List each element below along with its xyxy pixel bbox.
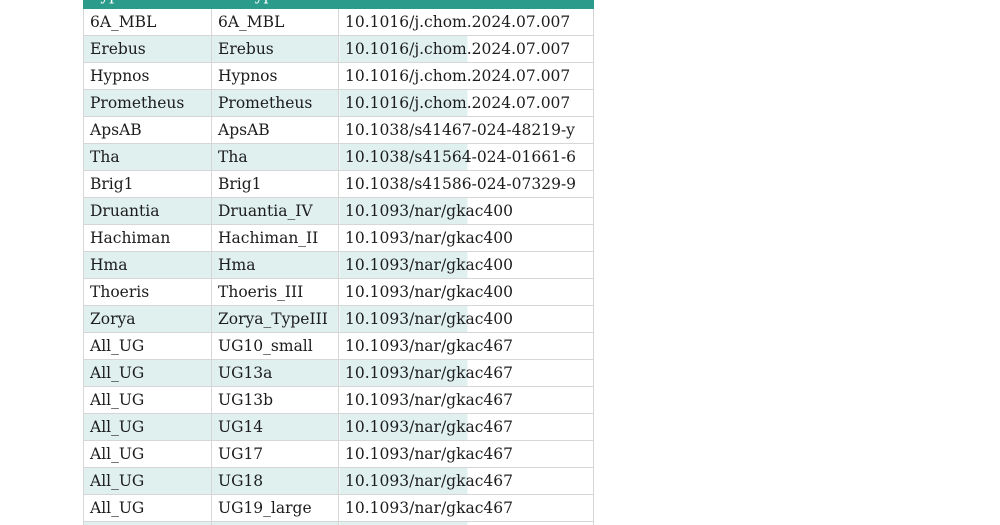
cell-type[interactable]: 6A_MBL (83, 8, 212, 36)
cell-doi[interactable]: 10.1093/nar/gkac467 (338, 413, 594, 441)
header-subtype[interactable]: Subtype (211, 0, 339, 9)
table-row: All_UG UG13a 10.1093/nar/gkac467 (83, 359, 594, 387)
cell-type[interactable]: All_UG (83, 386, 212, 414)
cell-subtype[interactable]: Thoeris_III (211, 278, 339, 306)
cell-subtype[interactable]: Hypnos (211, 62, 339, 90)
cell-type[interactable]: All_UG (83, 359, 212, 387)
cell-doi[interactable]: 10.1016/j.chom.2024.07.007 (338, 62, 594, 90)
cell-subtype[interactable]: ApsAB (211, 116, 339, 144)
table-row: 6A_MBL 6A_MBL 10.1016/j.chom.2024.07.007 (83, 8, 594, 36)
cell-subtype[interactable]: Druantia_IV (211, 197, 339, 225)
cell-type[interactable]: Thoeris (83, 278, 212, 306)
table-row: Zorya Zorya_TypeIII 10.1093/nar/gkac400 (83, 305, 594, 333)
table-row: Hypnos Hypnos 10.1016/j.chom.2024.07.007 (83, 62, 594, 90)
table-row: All_UG UG18 10.1093/nar/gkac467 (83, 467, 594, 495)
table-row: All_UGUG19_small10.1093/nar/gkac467 (83, 521, 594, 525)
cell-subtype[interactable]: UG13b (211, 386, 339, 414)
cell-type[interactable]: All_UG (83, 332, 212, 360)
cell-doi[interactable]: 10.1093/nar/gkac400 (338, 305, 594, 333)
cell-doi[interactable]: 10.1093/nar/gkac400 (338, 251, 594, 279)
cell-doi[interactable]: 10.1093/nar/gkac467 (338, 440, 594, 468)
cell-doi[interactable]: 10.1093/nar/gkac467 (338, 332, 594, 360)
table-row: All_UG UG13b 10.1093/nar/gkac467 (83, 386, 594, 414)
cell-subtype[interactable]: UG10_small (211, 332, 339, 360)
table-row: Prometheus Prometheus 10.1016/j.chom.2024.… (83, 89, 594, 117)
cell-subtype[interactable]: Zorya_TypeIII (211, 305, 339, 333)
table-row: Druantia Druantia_IV 10.1093/nar/gkac400 (83, 197, 594, 225)
table-row: All_UG UG10_small 10.1093/nar/gkac467 (83, 332, 594, 360)
cell-type[interactable]: Tha (83, 143, 212, 171)
cell-subtype[interactable]: Erebus (211, 35, 339, 63)
cell-type[interactable]: All_UG (83, 413, 212, 441)
table-row: All_UG UG19_large 10.1093/nar/gkac467 (83, 494, 594, 522)
cell-doi[interactable]: 10.1093/nar/gkac467 (338, 386, 594, 414)
table-row: Hachiman Hachiman_II 10.1093/nar/gkac400 (83, 224, 594, 252)
cell-doi[interactable]: 10.1093/nar/gkac467 (338, 467, 594, 495)
cell-type[interactable]: All_UG (83, 440, 212, 468)
cell-type[interactable]: Hma (83, 251, 212, 279)
cell-subtype[interactable]: UG13a (211, 359, 339, 387)
cell-doi[interactable]: 10.1038/s41467-024-48219-y (338, 116, 594, 144)
cell-subtype[interactable]: Hma (211, 251, 339, 279)
cell-doi[interactable]: 10.1093/nar/gkac467 (338, 359, 594, 387)
table-row: Thoeris Thoeris_III 10.1093/nar/gkac400 (83, 278, 594, 306)
table-row: All_UG UG17 10.1093/nar/gkac467 (83, 440, 594, 468)
cell-type[interactable]: All_UG (83, 467, 212, 495)
cell-type[interactable]: ApsAB (83, 116, 212, 144)
cell-doi[interactable]: 10.1093/nar/gkac467 (338, 521, 594, 525)
cell-subtype[interactable]: Brig1 (211, 170, 339, 198)
cell-type[interactable]: All_UG (83, 494, 212, 522)
table-row: ApsAB ApsAB 10.1038/s41467-024-48219-y (83, 116, 594, 144)
cell-type[interactable]: Brig1 (83, 170, 212, 198)
table-row: Hma Hma 10.1093/nar/gkac400 (83, 251, 594, 279)
table-row: Erebus Erebus 10.1016/j.chom.2024.07.007 (83, 35, 594, 63)
cell-type[interactable]: Hachiman (83, 224, 212, 252)
cell-doi[interactable]: 10.1016/j.chom.2024.07.007 (338, 35, 594, 63)
cell-doi[interactable]: 10.1016/j.chom.2024.07.007 (338, 8, 594, 36)
cell-type[interactable]: Hypnos (83, 62, 212, 90)
cell-doi[interactable]: 10.1038/s41586-024-07329-9 (338, 170, 594, 198)
table-row: Tha Tha 10.1038/s41564-024-01661-6 (83, 143, 594, 171)
cell-type[interactable]: All_UG (83, 521, 212, 525)
cell-subtype[interactable]: UG17 (211, 440, 339, 468)
header-row: Type Subtype DOI (83, 0, 594, 9)
spreadsheet-view: Type Subtype DOI 6A_MBL6A_MBL10.1016/j.c… (0, 0, 1000, 525)
cell-type[interactable]: Druantia (83, 197, 212, 225)
cell-subtype[interactable]: UG19_small (211, 521, 339, 525)
cell-subtype[interactable]: UG19_large (211, 494, 339, 522)
cell-subtype[interactable]: Hachiman_II (211, 224, 339, 252)
cell-doi[interactable]: 10.1093/nar/gkac400 (338, 197, 594, 225)
cell-subtype[interactable]: 6A_MBL (211, 8, 339, 36)
cell-doi[interactable]: 10.1093/nar/gkac400 (338, 278, 594, 306)
cell-doi[interactable]: 10.1016/j.chom.2024.07.007 (338, 89, 594, 117)
table-row: Brig1 Brig1 10.1038/s41586-024-07329-9 (83, 170, 594, 198)
cell-type[interactable]: Erebus (83, 35, 212, 63)
cell-doi[interactable]: 10.1093/nar/gkac467 (338, 494, 594, 522)
cell-doi[interactable]: 10.1093/nar/gkac400 (338, 224, 594, 252)
cell-subtype[interactable]: UG14 (211, 413, 339, 441)
data-table: Type Subtype DOI 6A_MBL6A_MBL10.1016/j.c… (83, 0, 594, 525)
cell-type[interactable]: Zorya (83, 305, 212, 333)
cell-doi[interactable]: 10.1038/s41564-024-01661-6 (338, 143, 594, 171)
cell-subtype[interactable]: Tha (211, 143, 339, 171)
cell-type[interactable]: Prometheus (83, 89, 212, 117)
header-doi[interactable]: DOI (338, 0, 594, 9)
table-row: All_UG UG14 10.1093/nar/gkac467 (83, 413, 594, 441)
cell-subtype[interactable]: UG18 (211, 467, 339, 495)
cell-subtype[interactable]: Prometheus (211, 89, 339, 117)
header-type[interactable]: Type (83, 0, 212, 9)
